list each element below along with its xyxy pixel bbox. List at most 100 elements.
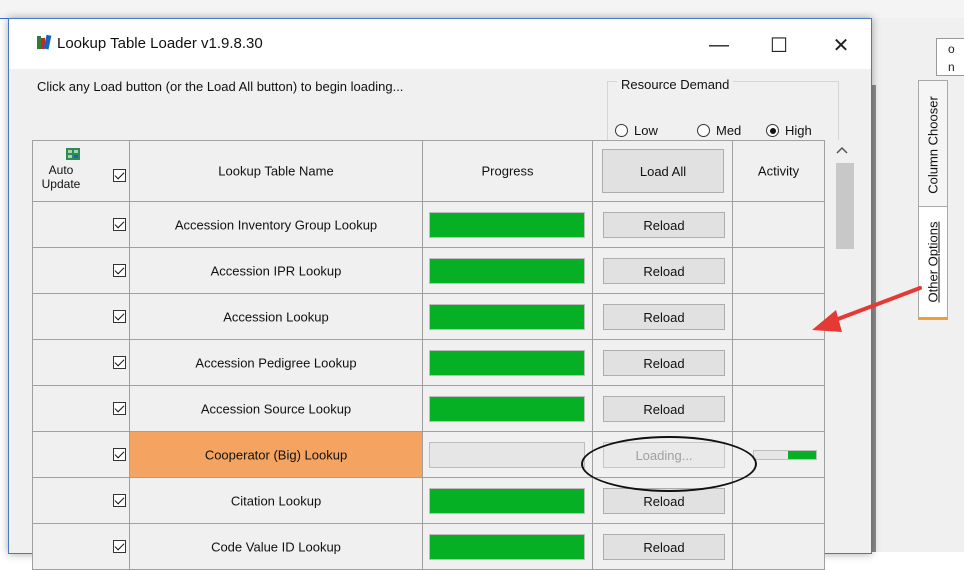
table-name: Cooperator (Big) Lookup	[204, 447, 348, 462]
progress-bar-fill	[430, 351, 584, 375]
table-name-cell: Accession Source Lookup	[130, 386, 423, 432]
radio-low[interactable]: Low	[615, 123, 658, 138]
auto-update-cell	[32, 340, 130, 386]
load-cell: Reload	[593, 386, 733, 432]
tab-column-chooser-label: Column Chooser	[925, 96, 941, 194]
radio-high[interactable]: High	[766, 123, 812, 138]
scrollbar-thumb[interactable]	[836, 163, 854, 249]
table-name: Accession Inventory Group Lookup	[174, 217, 378, 232]
progress-bar	[429, 534, 585, 560]
header-auto-update-label: Auto Update	[41, 163, 81, 191]
load-cell: Reload	[593, 202, 733, 248]
table-name: Accession Source Lookup	[200, 401, 352, 416]
reload-button[interactable]: Reload	[603, 350, 725, 376]
load-cell: Reload	[593, 524, 733, 570]
table-name: Accession IPR Lookup	[210, 263, 342, 278]
auto-update-checkbox[interactable]	[113, 264, 126, 277]
header-auto-update: Auto Update	[32, 140, 130, 202]
auto-update-cell	[32, 202, 130, 248]
progress-bar-fill	[430, 213, 584, 237]
auto-update-checkbox[interactable]	[113, 310, 126, 323]
load-cell: Reload	[593, 248, 733, 294]
progress-cell	[423, 294, 593, 340]
callout-ellipse	[581, 436, 757, 492]
radio-low-circle[interactable]	[615, 124, 628, 137]
close-button[interactable]: ✕	[819, 27, 863, 63]
auto-update-checkbox[interactable]	[113, 402, 126, 415]
activity-cell	[733, 524, 825, 570]
lookup-grid: Auto Update Lookup Table Name Progress L…	[32, 140, 858, 570]
table-name-cell: Accession Inventory Group Lookup	[130, 202, 423, 248]
reload-button[interactable]: Reload	[603, 304, 725, 330]
reload-button[interactable]: Reload	[603, 212, 725, 238]
auto-update-checkbox[interactable]	[113, 356, 126, 369]
load-cell: Reload	[593, 294, 733, 340]
load-all-button[interactable]: Load All	[602, 149, 724, 193]
auto-update-cell	[32, 432, 130, 478]
progress-bar-fill	[430, 397, 584, 421]
progress-bar	[429, 442, 585, 468]
progress-bar	[429, 304, 585, 330]
red-arrow-icon	[812, 286, 922, 332]
header-progress-label: Progress	[481, 163, 534, 179]
books-icon	[37, 34, 52, 50]
load-cell: Reload	[593, 340, 733, 386]
maximize-button[interactable]: ☐	[757, 27, 801, 63]
chevron-up-icon[interactable]	[836, 146, 848, 154]
reload-button[interactable]: Reload	[603, 396, 725, 422]
progress-bar	[429, 258, 585, 284]
background-toolbar	[0, 0, 964, 19]
activity-cell	[733, 202, 825, 248]
auto-update-checkbox[interactable]	[113, 494, 126, 507]
instruction-text: Click any Load button (or the Load All b…	[37, 79, 404, 94]
progress-bar-fill	[430, 535, 584, 559]
activity-cell	[733, 340, 825, 386]
auto-update-all-checkbox[interactable]	[113, 169, 126, 182]
radio-med[interactable]: Med	[697, 123, 741, 138]
header-activity: Activity	[733, 140, 825, 202]
auto-update-cell	[32, 248, 130, 294]
table-name-cell: Accession Lookup	[130, 294, 423, 340]
activity-cell	[733, 386, 825, 432]
radio-high-circle[interactable]	[766, 124, 779, 137]
header-name: Lookup Table Name	[130, 140, 423, 202]
activity-bar	[753, 450, 817, 460]
header-activity-label: Activity	[757, 163, 800, 179]
grid-refresh-icon	[66, 148, 80, 160]
title-bar[interactable]: Lookup Table Loader v1.9.8.30 — ☐ ✕	[9, 19, 871, 69]
header-name-label: Lookup Table Name	[218, 163, 334, 179]
progress-bar	[429, 212, 585, 238]
auto-update-checkbox[interactable]	[113, 540, 126, 553]
progress-bar	[429, 350, 585, 376]
minimize-button[interactable]: —	[697, 27, 741, 63]
radio-med-circle[interactable]	[697, 124, 710, 137]
table-name-cell: Accession IPR Lookup	[130, 248, 423, 294]
tab-column-chooser[interactable]: Column Chooser	[918, 80, 948, 210]
table-name-cell: Code Value ID Lookup	[130, 524, 423, 570]
resource-demand-label: Resource Demand	[617, 77, 734, 92]
progress-cell	[423, 340, 593, 386]
progress-bar	[429, 396, 585, 422]
progress-bar	[429, 488, 585, 514]
reload-button[interactable]: Reload	[603, 258, 725, 284]
table-name-cell: Citation Lookup	[130, 478, 423, 524]
progress-cell	[423, 202, 593, 248]
window-title: Lookup Table Loader v1.9.8.30	[57, 35, 263, 52]
activity-cell	[733, 478, 825, 524]
table-name: Accession Pedigree Lookup	[195, 355, 357, 370]
table-name: Accession Lookup	[223, 309, 329, 324]
progress-bar-fill	[430, 489, 584, 513]
progress-bar-fill	[430, 305, 584, 329]
progress-cell	[423, 478, 593, 524]
activity-bar-fill	[788, 451, 816, 459]
auto-update-checkbox[interactable]	[113, 448, 126, 461]
auto-update-cell	[32, 524, 130, 570]
auto-update-cell	[32, 386, 130, 432]
reload-button[interactable]: Reload	[603, 534, 725, 560]
auto-update-cell	[32, 294, 130, 340]
header-progress: Progress	[423, 140, 593, 202]
background-text: o n	[948, 42, 955, 74]
progress-cell	[423, 524, 593, 570]
auto-update-cell	[32, 478, 130, 524]
auto-update-checkbox[interactable]	[113, 218, 126, 231]
